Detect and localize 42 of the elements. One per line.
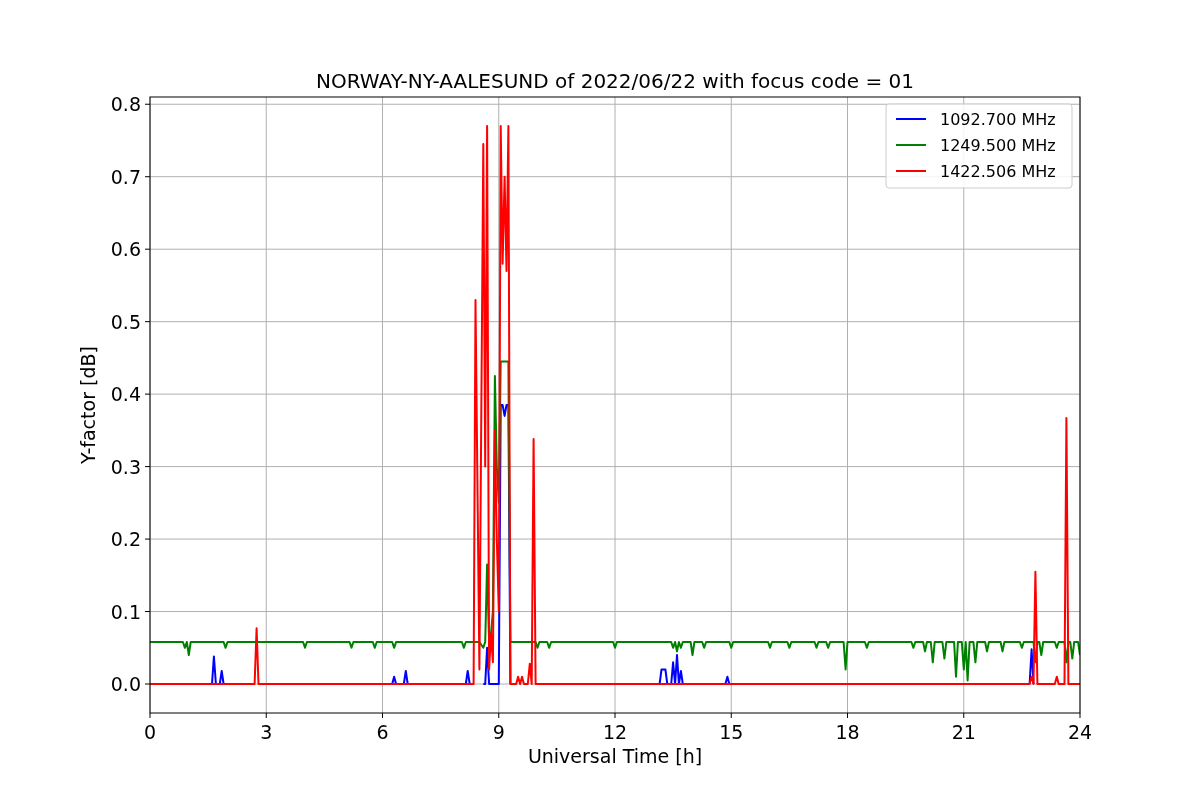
x-tick-label: 6 xyxy=(376,721,389,743)
y-axis-label: Y-factor [dB] xyxy=(77,346,99,464)
tick-mark xyxy=(614,712,616,719)
x-tick-label: 3 xyxy=(260,721,273,743)
y-tick-label: 0.0 xyxy=(110,673,141,695)
y-tick-label: 0.1 xyxy=(110,600,141,623)
tick-mark xyxy=(382,712,383,719)
legend-label: 1422.506 MHz xyxy=(940,162,1056,181)
tick-mark xyxy=(1079,712,1081,719)
y-tick-label: 0.8 xyxy=(110,93,141,116)
y-tick-label: 0.6 xyxy=(110,238,141,261)
legend-label: 1249.500 MHz xyxy=(940,136,1056,155)
tick-mark xyxy=(265,712,267,719)
tick-mark xyxy=(730,712,732,719)
tick-mark xyxy=(144,466,151,468)
x-tick-label: 21 xyxy=(951,721,976,743)
tick-mark xyxy=(847,712,848,719)
x-axis-label: Universal Time [h] xyxy=(527,745,703,767)
x-tick-label: 0 xyxy=(143,721,157,743)
y-tick-label: 0.5 xyxy=(110,310,141,333)
y-tick-label: 0.2 xyxy=(110,528,141,551)
chart-title: NORWAY-NY-AALESUND of 2022/06/22 with focus code = 01 xyxy=(316,69,914,93)
tick-mark xyxy=(144,611,151,613)
y-tick-label: 0.4 xyxy=(110,383,141,406)
y-tick-label: 0.3 xyxy=(110,455,141,478)
tick-mark xyxy=(144,538,151,540)
x-tick-label: 12 xyxy=(602,721,628,743)
tick-mark xyxy=(149,712,151,719)
tick-mark xyxy=(498,712,500,719)
tick-mark xyxy=(144,248,151,250)
x-tick-label: 24 xyxy=(1067,721,1093,743)
x-tick-label: 18 xyxy=(835,721,860,743)
x-tick-label: 15 xyxy=(719,721,744,743)
tick-mark xyxy=(144,393,151,395)
tick-mark xyxy=(144,683,151,685)
tick-mark xyxy=(144,103,151,105)
tick-mark xyxy=(963,712,965,719)
x-tick-label: 9 xyxy=(492,721,505,743)
y-tick-label: 0.7 xyxy=(110,165,141,188)
tick-mark xyxy=(144,176,151,178)
tick-mark xyxy=(144,321,151,323)
legend-label: 1092.700 MHz xyxy=(940,110,1056,129)
